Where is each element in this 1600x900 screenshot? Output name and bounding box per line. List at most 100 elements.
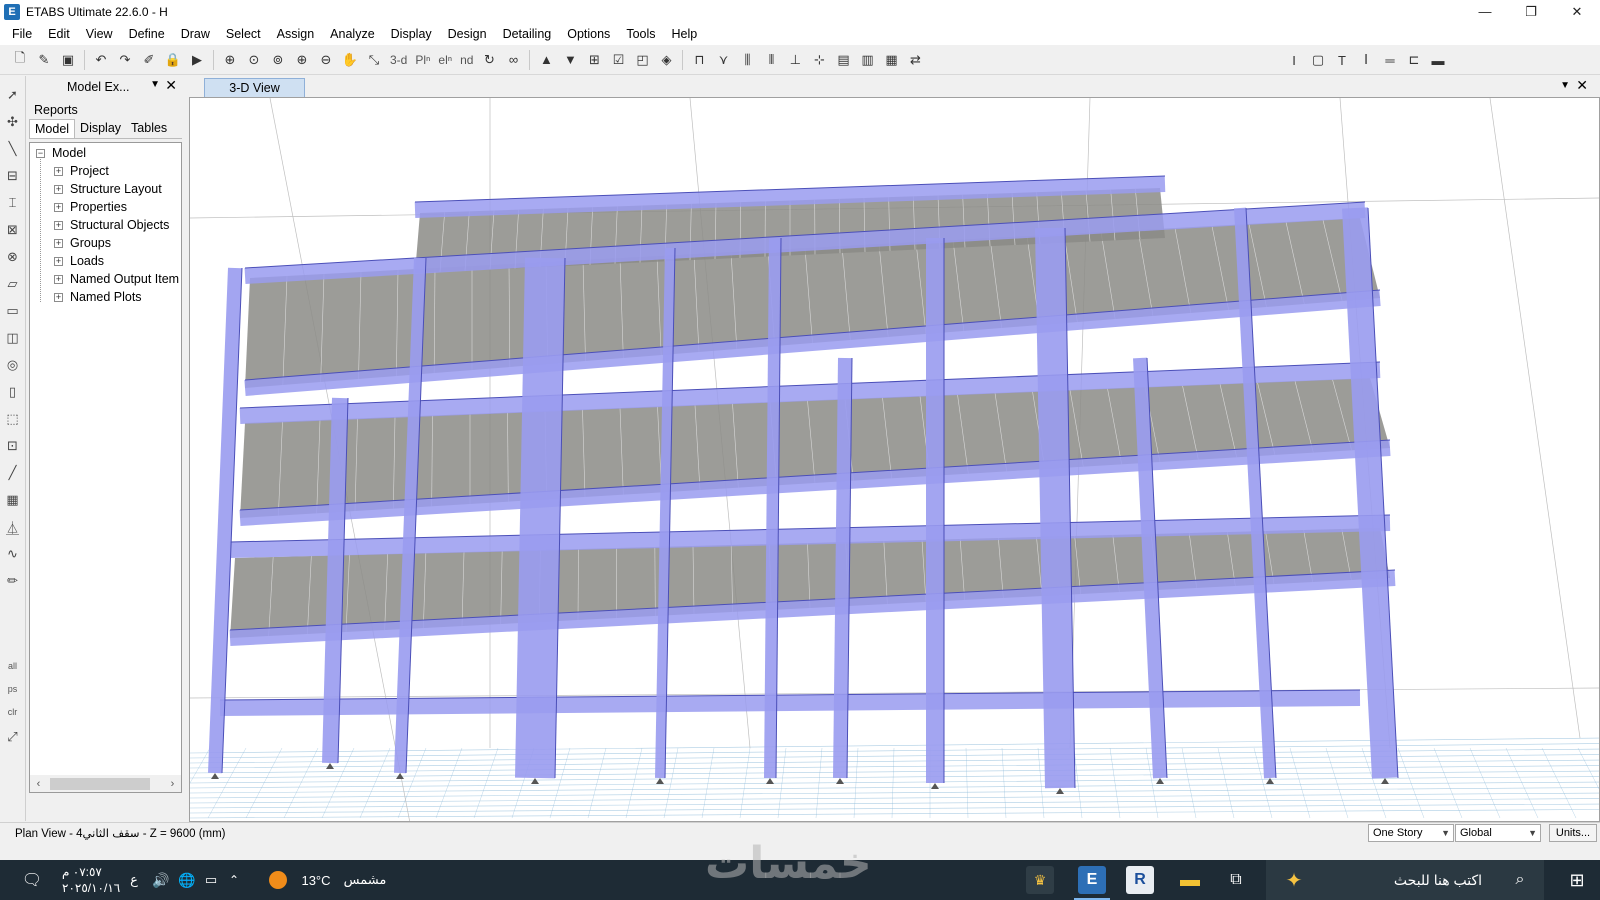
draw-beam-icon[interactable]: ⊟: [2, 165, 24, 187]
move-up-icon[interactable]: ▲: [535, 49, 557, 71]
select-icon[interactable]: ⊞: [583, 49, 605, 71]
deformed-shape-icon[interactable]: ⊓: [688, 49, 710, 71]
draw-link-icon[interactable]: ╱: [2, 462, 24, 484]
structure-3d-model[interactable]: [190, 98, 1600, 822]
tree-item-structural-objects[interactable]: + Structural Objects: [54, 218, 169, 232]
zoom-out-icon[interactable]: ⊖: [315, 49, 337, 71]
snap-icon[interactable]: ⤢: [2, 726, 24, 748]
draw-tendon-icon[interactable]: ∿: [2, 543, 24, 565]
taskbar-app-revit[interactable]: R: [1124, 860, 1156, 900]
draw-frame-icon[interactable]: ╲: [2, 138, 24, 160]
battery-icon[interactable]: ▭: [200, 860, 222, 900]
document-menu-icon[interactable]: ▼: [1560, 80, 1570, 91]
taskbar-clock[interactable]: ٠٧:٥٧ م ٢٠٢٥/١٠/١٦: [62, 864, 120, 896]
select-pointer-icon[interactable]: ➚: [2, 84, 24, 106]
expand-icon[interactable]: +: [54, 256, 63, 266]
line-icon[interactable]: ▬: [1427, 49, 1449, 71]
shell-forces-icon[interactable]: ⫴: [760, 49, 782, 71]
restore-button[interactable]: ❐: [1508, 0, 1554, 23]
view-3d-button[interactable]: 3-d: [387, 49, 410, 71]
draw-floor-icon[interactable]: ▱: [2, 273, 24, 295]
zoom-in-icon[interactable]: ⊕: [291, 49, 313, 71]
menu-draw[interactable]: Draw: [173, 23, 218, 45]
link-icon[interactable]: ⇄: [904, 49, 926, 71]
expand-icon[interactable]: +: [54, 220, 63, 230]
weather-temperature[interactable]: 13°C: [296, 860, 336, 900]
units-button[interactable]: Units...: [1549, 824, 1597, 842]
tab-tables[interactable]: Tables: [126, 119, 172, 138]
draw-ruler-icon[interactable]: ✏: [2, 570, 24, 592]
tree-item-properties[interactable]: + Properties: [54, 200, 127, 214]
draw-wall-stack-icon[interactable]: ⬚: [2, 408, 24, 430]
panel-pin-icon[interactable]: ▼: [150, 79, 160, 90]
notification-icon[interactable]: 🗨: [18, 860, 46, 900]
draw-grid-icon[interactable]: ▦: [2, 489, 24, 511]
i-section-icon[interactable]: Ⅰ: [1355, 49, 1377, 71]
menu-view[interactable]: View: [78, 23, 121, 45]
redo-icon[interactable]: ↷: [114, 49, 136, 71]
joint-icon[interactable]: ⊹: [808, 49, 830, 71]
expand-icon[interactable]: +: [54, 292, 63, 302]
wall-icon[interactable]: ▥: [856, 49, 878, 71]
display-options-icon[interactable]: ◈: [655, 49, 677, 71]
scroll-right-icon[interactable]: ›: [164, 778, 181, 790]
taskbar-app-etabs[interactable]: E: [1068, 860, 1116, 900]
expand-icon[interactable]: +: [54, 202, 63, 212]
tree-root-model[interactable]: − Model: [36, 146, 86, 160]
menu-tools[interactable]: Tools: [618, 23, 663, 45]
tree-item-loads[interactable]: + Loads: [54, 254, 104, 268]
tab-reports[interactable]: Reports: [29, 101, 83, 119]
tree-item-named-plots[interactable]: + Named Plots: [54, 290, 142, 304]
run-analysis-icon[interactable]: ▶: [186, 49, 208, 71]
reshape-icon[interactable]: ✣: [2, 111, 24, 133]
weather-condition[interactable]: مشمس: [340, 860, 390, 900]
zoom-window-icon[interactable]: ⊕: [219, 49, 241, 71]
menu-file[interactable]: File: [4, 23, 40, 45]
frame-forces-icon[interactable]: ⫼: [736, 49, 758, 71]
undo-icon[interactable]: ↶: [90, 49, 112, 71]
coordinate-system-combo[interactable]: Global ▼: [1455, 824, 1541, 842]
channel-section-icon[interactable]: ⊏: [1403, 49, 1425, 71]
menu-design[interactable]: Design: [440, 23, 495, 45]
model-3d-viewport[interactable]: [189, 97, 1600, 822]
menu-select[interactable]: Select: [218, 23, 269, 45]
chevron-up-icon[interactable]: ⌃: [224, 860, 244, 900]
tee-section-icon[interactable]: T: [1331, 49, 1353, 71]
story-combo[interactable]: One Story ▼: [1368, 824, 1454, 842]
pan-icon[interactable]: ✋: [339, 49, 361, 71]
menu-edit[interactable]: Edit: [40, 23, 78, 45]
perspective-icon[interactable]: ∞: [502, 49, 524, 71]
draw-wall-icon[interactable]: ▯: [2, 381, 24, 403]
beam-section-icon[interactable]: I: [1283, 49, 1305, 71]
document-close-icon[interactable]: ✕: [1576, 77, 1588, 94]
draw-rectangle-icon[interactable]: ▭: [2, 300, 24, 322]
minimize-button[interactable]: —: [1462, 0, 1508, 23]
draw-opening-icon[interactable]: ◫: [2, 327, 24, 349]
new-model-icon[interactable]: 🗋: [9, 49, 31, 71]
menu-analyze[interactable]: Analyze: [322, 23, 382, 45]
draw-x-brace-icon[interactable]: ⊗: [2, 246, 24, 268]
menu-options[interactable]: Options: [559, 23, 618, 45]
move-down-icon[interactable]: ▼: [559, 49, 581, 71]
scroll-thumb[interactable]: [50, 777, 150, 790]
tab-display[interactable]: Display: [75, 119, 126, 138]
draw-brace-icon[interactable]: ⊠: [2, 219, 24, 241]
file-explorer-icon[interactable]: ▬: [1174, 860, 1206, 900]
menu-display[interactable]: Display: [383, 23, 440, 45]
tree-item-project[interactable]: + Project: [54, 164, 109, 178]
draw-column-icon[interactable]: ⌶: [2, 192, 24, 214]
network-icon[interactable]: 🌐: [176, 860, 198, 900]
taskbar-search-box[interactable]: ✦ اكتب هنا للبحث ⌕: [1266, 860, 1544, 900]
draw-pier-icon[interactable]: ⊡: [2, 435, 24, 457]
object-shrink-icon[interactable]: ◰: [631, 49, 653, 71]
taskbar-app-paint[interactable]: ♛: [1026, 860, 1054, 900]
draw-dimension-icon[interactable]: ⏅: [2, 516, 24, 538]
column-section-icon[interactable]: ▢: [1307, 49, 1329, 71]
draw-point-icon[interactable]: ◎: [2, 354, 24, 376]
volume-icon[interactable]: 🔊: [150, 860, 172, 900]
zoom-restore-icon[interactable]: ⊙: [243, 49, 265, 71]
brace-icon[interactable]: ═: [1379, 49, 1401, 71]
forces-icon[interactable]: ⋎: [712, 49, 734, 71]
plan-view-button[interactable]: Plⁿ: [412, 49, 433, 71]
task-view-icon[interactable]: ⧉: [1222, 860, 1250, 900]
